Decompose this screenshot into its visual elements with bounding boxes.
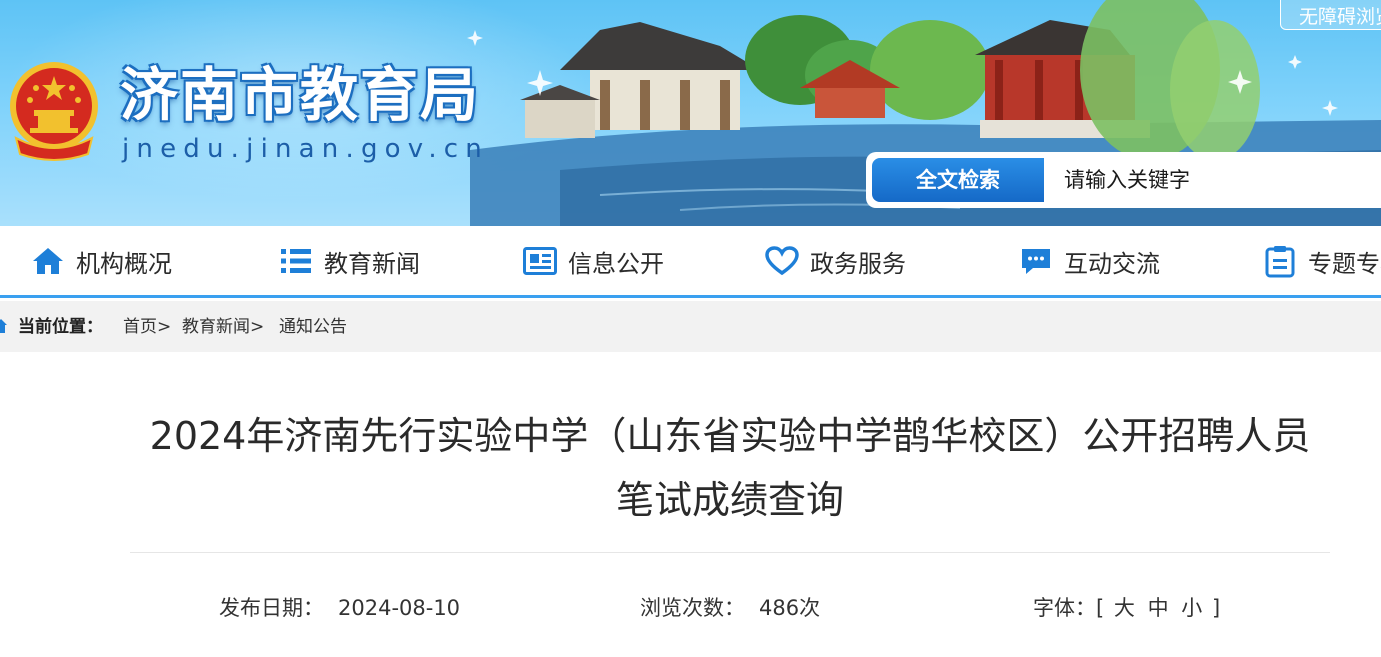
breadcrumb-label: 当前位置： [18,317,103,337]
font-size-small-button[interactable]: 小 [1181,596,1202,620]
nav-item-label: 政务服务 [810,249,906,278]
publish-date-value: 2024-08-10 [338,596,461,620]
nav-item-organization[interactable]: 机构概况 [30,226,172,296]
search-input[interactable] [1052,158,1381,202]
site-domain: jnedu.jinan.gov.cn [122,134,489,164]
list-icon [278,243,314,279]
nav-item-interaction[interactable]: 互动交流 [1018,226,1160,296]
nav-item-label: 互动交流 [1064,249,1160,278]
nav-item-education-news[interactable]: 教育新闻 [278,226,420,296]
breadcrumb-education-news-link[interactable]: 教育新闻> [182,315,264,339]
breadcrumb-notices-link[interactable]: 通知公告 [279,315,347,339]
location-icon [0,319,7,333]
view-count-value: 486次 [759,596,821,620]
accessible-browse-button[interactable]: 无障碍浏览 [1280,0,1381,30]
breadcrumb-home-link[interactable]: 首页> [123,315,171,339]
article-title: 2024年济南先行实验中学（山东省实验中学鹊华校区）公开招聘人员 笔试成绩查询 [130,404,1330,532]
font-size-bracket-open: [ [1096,596,1105,620]
newspaper-icon [522,243,558,279]
header-banner: 济南市教育局 jnedu.jinan.gov.cn 无障碍浏览 全文检索 [0,0,1381,226]
chat-icon [1018,243,1054,279]
view-count-label: 浏览次数： [640,596,745,620]
main-nav: 机构概况 教育新闻 信息公开 政务服务 互动交流 专题专栏 [0,226,1381,298]
clipboard-icon [1262,243,1298,279]
publish-date-label: 发布日期： [219,596,324,620]
nav-item-label: 专题专栏 [1308,249,1381,278]
nav-item-special-topics[interactable]: 专题专栏 [1262,226,1381,296]
font-size-medium-button[interactable]: 中 [1148,596,1169,620]
nav-item-label: 信息公开 [568,249,664,278]
national-emblem-icon [10,62,98,161]
font-size-bracket-close: ] [1211,596,1221,620]
nav-item-info-disclosure[interactable]: 信息公开 [522,226,664,296]
fulltext-search-button[interactable]: 全文检索 [872,158,1044,202]
title-divider [130,552,1330,553]
nav-item-label: 机构概况 [76,249,172,278]
heart-icon [764,243,800,279]
search-bar: 全文检索 [866,152,1381,208]
breadcrumb: 当前位置： 首页> 教育新闻> 通知公告 [0,301,1381,352]
home-icon [30,243,66,279]
font-size-selector: 字体：[ 大 中 小 ] [1033,594,1220,622]
article-title-line1: 2024年济南先行实验中学（山东省实验中学鹊华校区）公开招聘人员 [149,414,1311,458]
view-count-info: 浏览次数： 486次 [640,594,820,622]
publish-date-info: 发布日期： 2024-08-10 [219,594,460,622]
nav-item-government-services[interactable]: 政务服务 [764,226,906,296]
nav-item-label: 教育新闻 [324,249,420,278]
site-name: 济南市教育局 [120,61,481,129]
article-title-line2: 笔试成绩查询 [615,478,844,522]
font-size-label: 字体： [1033,596,1096,620]
font-size-large-button[interactable]: 大 [1114,596,1135,620]
